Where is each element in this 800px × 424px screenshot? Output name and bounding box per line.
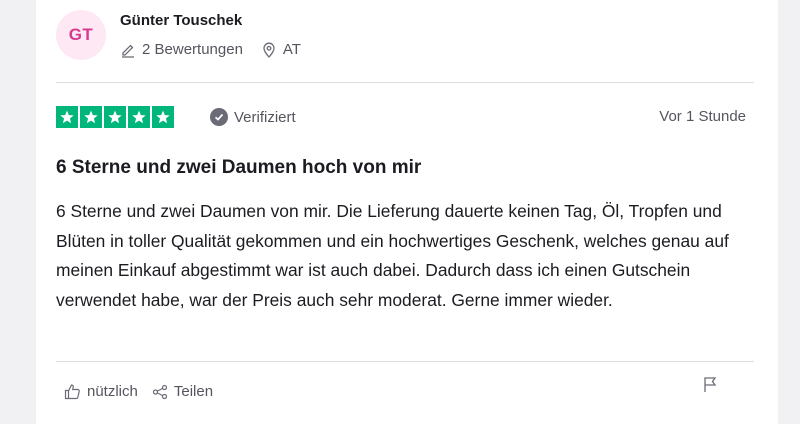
- divider: [56, 361, 754, 362]
- review-text: 6 Sterne und zwei Daumen von mir. Die Li…: [56, 201, 729, 310]
- share-label: Teilen: [173, 383, 214, 400]
- reviews-count: 2 Bewertungen: [120, 41, 243, 58]
- flag-icon: [704, 377, 717, 392]
- share-icon: [152, 384, 167, 399]
- star-icon: [104, 106, 126, 128]
- check-circle-icon: [210, 108, 228, 126]
- country-label: AT: [282, 41, 301, 58]
- reviewer-meta: 2 Bewertungen AT: [120, 41, 319, 58]
- star-icon: [56, 106, 78, 128]
- thumbs-up-icon: [64, 384, 80, 400]
- location-pin-icon: [263, 42, 275, 58]
- pencil-icon: [122, 44, 134, 58]
- star-icon: [80, 106, 102, 128]
- verified-badge[interactable]: Verifiziert: [210, 106, 296, 128]
- report-button[interactable]: [702, 376, 718, 398]
- useful-button[interactable]: nützlich: [64, 383, 138, 400]
- review-title: 6 Sterne und zwei Daumen hoch von mir: [56, 157, 422, 178]
- reviewer-location: AT: [261, 41, 301, 58]
- reviewer-name[interactable]: Günter Touschek: [120, 12, 242, 29]
- reviews-count-label: 2 Bewertungen: [142, 41, 243, 58]
- review-card: GT Günter Touschek 2 Bewertungen AT Veri…: [36, 0, 778, 424]
- review-time: Vor 1 Stunde: [659, 108, 746, 125]
- share-button[interactable]: Teilen: [152, 383, 213, 400]
- divider: [56, 82, 754, 83]
- star-icon: [152, 106, 174, 128]
- avatar[interactable]: GT: [56, 10, 106, 60]
- useful-label: nützlich: [87, 383, 138, 400]
- star-rating: [56, 106, 176, 128]
- star-icon: [128, 106, 150, 128]
- review-actions: nützlich Teilen: [64, 383, 227, 400]
- verified-label: Verifiziert: [234, 108, 296, 126]
